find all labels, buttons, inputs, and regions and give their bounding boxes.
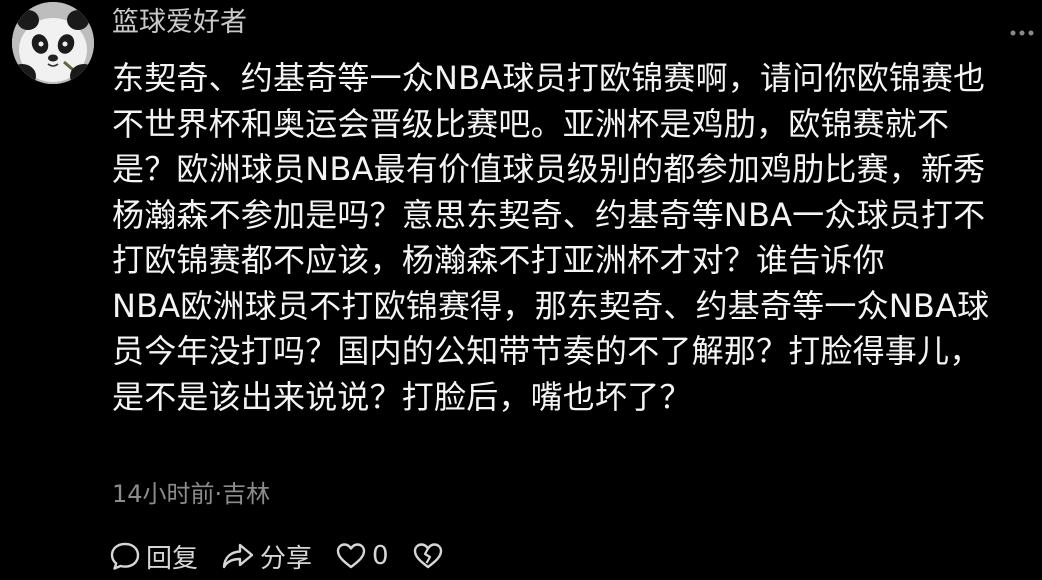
more-dots-icon[interactable] <box>1010 22 1034 36</box>
broken-heart-icon <box>413 543 442 569</box>
comment-card: 篮球爱好者 东契奇、约基奇等一众NBA球员打欧锦赛啊，请问你欧锦赛也 不世界杯和… <box>0 0 1042 580</box>
chat-bubble-icon <box>110 542 140 570</box>
avatar[interactable] <box>12 2 94 84</box>
reply-button[interactable]: 回复 <box>108 538 198 575</box>
timestamp-location: 14小时前·吉林 <box>112 480 271 508</box>
panda-avatar-image <box>12 2 94 84</box>
comment-line: 打欧锦赛都不应该，杨瀚森不打亚洲杯才对？谁告诉你 <box>112 241 885 279</box>
comment-line: 是不是该出来说说？打脸后，嘴也坏了？ <box>112 377 692 416</box>
heart-icon <box>336 543 366 569</box>
action-bar: 回复 分享 0 <box>108 536 449 576</box>
like-button[interactable]: 0 <box>334 539 389 573</box>
comment-line: 员今年没打吗？国内的公知带节奏的不了解那？打脸得事儿， <box>112 332 982 370</box>
comment-body: 东契奇、约基奇等一众NBA球员打欧锦赛啊，请问你欧锦赛也 不世界杯和奥运会晋级比… <box>112 56 1032 420</box>
reply-label: 回复 <box>146 543 199 574</box>
share-button[interactable]: 分享 <box>220 538 312 575</box>
comment-line: 不世界杯和奥运会晋级比赛吧。亚洲杯是鸡肋，欧锦赛就不 <box>112 104 950 143</box>
like-count: 0 <box>372 541 389 571</box>
username[interactable]: 篮球爱好者 <box>112 4 247 42</box>
share-label: 分享 <box>260 543 313 574</box>
comment-line: 是？欧洲球员NBA最有价值球员级别的都参加鸡肋比赛，新秀 <box>112 150 986 188</box>
dislike-button[interactable] <box>411 539 449 573</box>
comment-line: NBA欧洲球员不打欧锦赛得，那东契奇、约基奇等一众NBA球 <box>112 286 990 325</box>
comment-line: 杨瀚森不参加是吗？意思东契奇、约基奇等NBA一众球员打不 <box>112 195 986 234</box>
share-arrow-icon <box>222 543 254 569</box>
comment-line: 东契奇、约基奇等一众NBA球员打欧锦赛啊，请问你欧锦赛也 <box>112 59 986 97</box>
